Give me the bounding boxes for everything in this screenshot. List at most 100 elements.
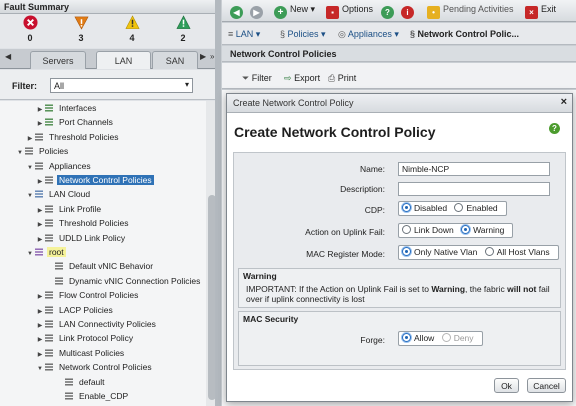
- pending-activities-button[interactable]: • Pending Activities: [427, 4, 514, 19]
- fault-warning[interactable]: 2: [171, 15, 195, 43]
- pane-divider[interactable]: [215, 0, 221, 406]
- radio-selected-icon: [402, 203, 411, 212]
- forge-label: Forge:: [360, 335, 385, 345]
- mac-register-mode-label: MAC Register Mode:: [306, 249, 385, 259]
- tab-san[interactable]: SAN: [152, 51, 198, 69]
- ok-button[interactable]: Ok: [494, 378, 519, 393]
- flow-control-icon: [45, 291, 53, 299]
- breadcrumb-lan[interactable]: ≡ LAN ▾: [228, 29, 260, 40]
- tree-item[interactable]: ▼ LAN Cloud: [26, 187, 92, 201]
- tree-item[interactable]: Default vNIC Behavior: [46, 259, 155, 273]
- tree-item[interactable]: ▶ Network Control Policies: [36, 173, 154, 187]
- tree-item[interactable]: ▶ UDLD Link Policy: [36, 231, 127, 245]
- cdp-disabled-label: Disabled: [414, 203, 448, 213]
- tree-item[interactable]: ▶ Link Protocol Policy: [36, 331, 135, 345]
- link-down-option[interactable]: Link Down: [402, 225, 454, 235]
- forward-button[interactable]: ▶: [250, 4, 266, 19]
- cancel-button[interactable]: Cancel: [527, 378, 566, 393]
- back-button[interactable]: ◀: [230, 4, 246, 19]
- tree-item[interactable]: ▶ LACP Policies: [36, 303, 115, 317]
- name-label: Name:: [359, 164, 385, 174]
- filter-button[interactable]: ⏷ Filter: [242, 73, 272, 84]
- close-icon[interactable]: ×: [561, 96, 567, 108]
- tab-scroll-left-icon[interactable]: ◀: [5, 52, 11, 61]
- major-warning-icon: [73, 16, 89, 30]
- tree-item[interactable]: ▶ Multicast Policies: [36, 346, 126, 360]
- exit-button[interactable]: × Exit: [525, 4, 556, 19]
- cdp-disabled-option[interactable]: Disabled: [402, 203, 447, 213]
- warning-option[interactable]: Warning: [461, 225, 504, 235]
- expanded-chevron-icon[interactable]: ▼: [26, 161, 34, 175]
- tree-item-label: Threshold Policies: [59, 218, 129, 229]
- help-circle-icon: ?: [381, 6, 394, 19]
- print-button[interactable]: ⎙ Print: [328, 73, 356, 84]
- default-vnic-behavior-icon: [55, 262, 63, 270]
- help-icon[interactable]: ?: [549, 123, 560, 134]
- dialog-title-bar: Create Network Control Policy ×: [227, 94, 572, 113]
- fault-critical[interactable]: 0: [18, 15, 42, 43]
- new-menu[interactable]: + New ▾: [274, 4, 315, 19]
- navigation-tree: ▶ Interfaces ▶ Port Channels ▶ Threshold Poli…: [0, 101, 221, 406]
- expanded-chevron-icon[interactable]: ▼: [16, 146, 24, 160]
- options-button[interactable]: ▪ Options: [326, 4, 373, 19]
- mac-security-title: MAC Security: [243, 314, 299, 324]
- tree-item[interactable]: ▼ Appliances: [26, 159, 93, 173]
- expanded-chevron-icon[interactable]: ▼: [36, 362, 44, 376]
- expanded-chevron-icon[interactable]: ▼: [26, 247, 34, 261]
- help-button[interactable]: ?: [381, 4, 397, 19]
- tree-item[interactable]: ▶ Threshold Policies: [36, 216, 130, 230]
- tree-item[interactable]: ▼ root: [26, 245, 66, 259]
- warning-message: IMPORTANT: If the Action on Uplink Fail …: [246, 284, 558, 304]
- back-arrow-icon: ◀: [230, 6, 243, 19]
- info-button[interactable]: i: [401, 4, 417, 19]
- radio-icon: [441, 333, 451, 342]
- export-button[interactable]: ⇨ Export: [284, 73, 320, 84]
- fault-minor[interactable]: 4: [120, 15, 144, 43]
- forge-allow-option[interactable]: Allow: [402, 333, 434, 343]
- warning-section: Warning IMPORTANT: If the Action on Upli…: [238, 268, 561, 308]
- tree-item[interactable]: ▼ Policies: [16, 144, 70, 158]
- expanded-chevron-icon[interactable]: ▼: [26, 189, 34, 203]
- tree-item[interactable]: Dynamic vNIC Connection Policies: [46, 274, 202, 288]
- warning-option-label: Warning: [473, 225, 505, 235]
- breadcrumb-appliances[interactable]: ◎ Appliances ▾: [338, 29, 399, 40]
- tab-overflow-icon[interactable]: »: [210, 52, 214, 61]
- dialog-heading: Create Network Control Policy: [234, 124, 436, 140]
- tree-item[interactable]: ▶ Port Channels: [36, 115, 115, 129]
- tree-item-label: LAN Cloud: [49, 189, 91, 200]
- exit-icon: ×: [525, 6, 538, 19]
- chevron-down-icon: ▾: [184, 80, 189, 89]
- radio-selected-icon: [402, 247, 411, 256]
- fault-major-count: 3: [78, 33, 84, 43]
- tree-item[interactable]: ▶ Flow Control Policies: [36, 288, 140, 302]
- breadcrumb-policies[interactable]: § Policies ▾: [280, 29, 326, 40]
- tab-lan[interactable]: LAN: [96, 51, 151, 69]
- description-field[interactable]: [398, 182, 550, 196]
- only-native-vlan-option[interactable]: Only Native Vlan: [402, 247, 477, 257]
- multicast-policies-icon: [45, 349, 53, 357]
- fault-major[interactable]: 3: [69, 15, 93, 43]
- warning-text-part: IMPORTANT: If the Action on Uplink Fail …: [246, 284, 432, 294]
- tree-item[interactable]: default: [56, 375, 107, 389]
- root-org-icon: [35, 248, 43, 256]
- tree-item[interactable]: ▶ Link Profile: [36, 202, 103, 216]
- tab-scroll-right-icon[interactable]: ▶: [200, 52, 206, 61]
- dialog-window-title: Create Network Control Policy: [233, 98, 354, 108]
- radio-icon: [402, 225, 411, 234]
- tree-item[interactable]: ▼ Network Control Policies: [36, 360, 154, 374]
- cdp-enabled-option[interactable]: Enabled: [454, 203, 498, 213]
- tree-item[interactable]: ▶ LAN Connectivity Policies: [36, 317, 158, 331]
- tab-servers[interactable]: Servers: [30, 51, 86, 69]
- tree-item-label: Multicast Policies: [59, 347, 125, 358]
- dialog-form: Name: Nimble-NCP Description: CDP: Disab…: [233, 152, 566, 370]
- all-host-vlans-option[interactable]: All Host Vlans: [484, 247, 550, 257]
- tree-item-label: LACP Policies: [59, 304, 113, 315]
- info-icon: i: [401, 6, 414, 19]
- filter-dropdown[interactable]: All ▾: [50, 78, 193, 93]
- tree-item[interactable]: Enable_CDP: [56, 389, 130, 403]
- forge-deny-option[interactable]: Deny: [441, 333, 474, 343]
- tree-item[interactable]: ▶ Threshold Policies: [26, 130, 120, 144]
- filter-value: All: [54, 81, 65, 91]
- tree-item[interactable]: ▶ Interfaces: [36, 101, 98, 115]
- name-field[interactable]: Nimble-NCP: [398, 162, 550, 176]
